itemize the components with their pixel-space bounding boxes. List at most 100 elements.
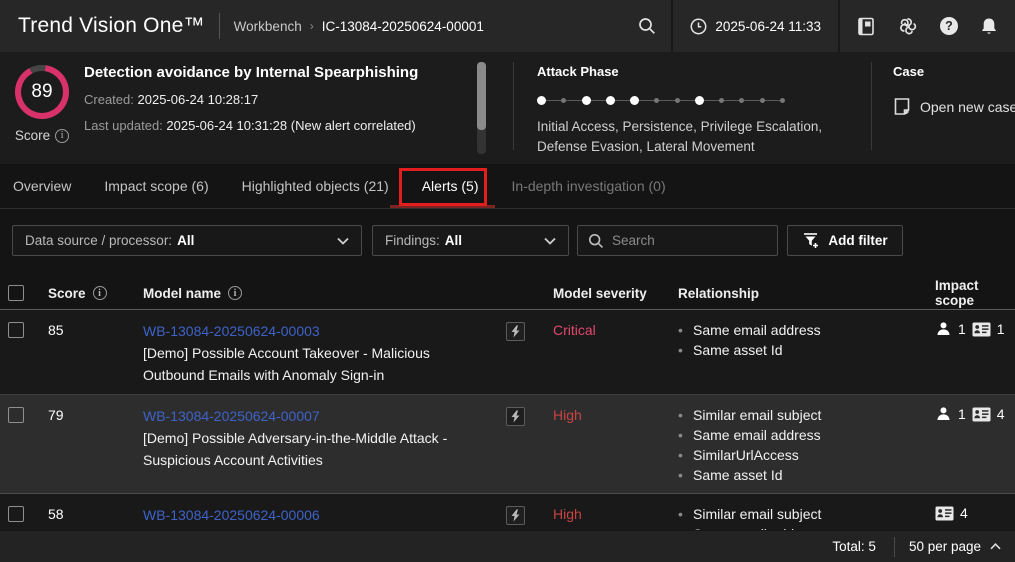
breadcrumb-current: IC-13084-20250624-00001 [322, 19, 484, 34]
summary-scrollbar [477, 62, 486, 154]
search-icon [588, 233, 604, 249]
model-severity-value: Critical [553, 320, 678, 340]
tab-bar: Overview Impact scope (6) Highlighted ob… [0, 164, 1015, 209]
column-header-score: Score [48, 286, 143, 301]
console-time[interactable]: 2025-06-24 11:33 [673, 0, 838, 52]
relationship-item: Same email address [678, 425, 935, 445]
help-icon[interactable]: ? [929, 17, 969, 35]
breadcrumb-workbench[interactable]: Workbench [234, 19, 302, 34]
clipboard-plus-icon [893, 97, 911, 116]
alert-score: 79 [48, 405, 143, 425]
relationship-item: Same asset Id [678, 465, 935, 485]
account-card-icon-count: 1 [997, 321, 1005, 337]
relationship-list: Same email addressSame asset Id [678, 320, 935, 360]
relationship-list: Similar email subjectSame email address [678, 504, 935, 530]
attack-phase-title: Attack Phase [537, 64, 862, 79]
detection-model-icon[interactable] [506, 407, 525, 426]
incident-updated: Last updated: 2025-06-24 10:31:28 (New a… [84, 118, 469, 133]
findings-dropdown[interactable]: Findings: All [372, 225, 569, 256]
phase-dot-inactive [780, 98, 785, 103]
phase-dot-active [606, 96, 615, 105]
user-icon [935, 406, 952, 422]
summary-divider [871, 62, 872, 150]
row-checkbox[interactable] [8, 407, 24, 423]
account-card-icon [935, 506, 954, 521]
tab-impact-scope[interactable]: Impact scope (6) [104, 178, 208, 194]
score-column-info-icon[interactable] [93, 286, 107, 300]
row-checkbox[interactable] [8, 322, 24, 338]
score-block: 89 Score [12, 65, 72, 143]
add-filter-button[interactable]: Add filter [787, 225, 903, 256]
model-name-text: [Demo] Possible Account Takeover - Malic… [143, 342, 493, 386]
notifications-bell-icon[interactable] [969, 17, 1009, 36]
total-count: Total: 5 [832, 539, 876, 554]
search-icon [638, 17, 656, 35]
impact-scope-cell: 14 [935, 405, 1015, 422]
alerts-tab-underline [390, 205, 495, 208]
data-source-dropdown[interactable]: Data source / processor: All [12, 225, 362, 256]
incident-summary-panel: 89 Score Detection avoidance by Internal… [0, 52, 1015, 164]
incident-created: Created: 2025-06-24 10:28:17 [84, 92, 469, 107]
global-search-button[interactable] [623, 0, 671, 52]
alert-id-link[interactable]: WB-13084-20250624-00003 [143, 320, 320, 342]
topbar-right: 2025-06-24 11:33 [623, 0, 1015, 52]
breadcrumb-separator: › [310, 19, 314, 33]
chevron-down-icon [337, 237, 349, 245]
relationship-item: SimilarUrlAccess [678, 445, 935, 465]
relationship-list: Similar email subjectSame email addressS… [678, 405, 935, 485]
score-label: Score [12, 128, 72, 143]
open-new-case-button[interactable]: Open new case [893, 97, 1015, 116]
footer-divider [894, 537, 895, 557]
table-row: 79 WB-13084-20250624-00007 [Demo] Possib… [0, 394, 1015, 494]
alert-score: 85 [48, 320, 143, 340]
tab-highlighted-objects[interactable]: Highlighted objects (21) [242, 178, 389, 194]
tab-in-depth-investigation[interactable]: In-depth investigation (0) [512, 178, 666, 194]
phase-dot-inactive [739, 98, 744, 103]
alert-id-link[interactable]: WB-13084-20250624-00007 [143, 405, 320, 427]
relationship-item: Similar email subject [678, 504, 935, 524]
select-all-checkbox[interactable] [8, 285, 24, 301]
account-card-icon-count: 4 [960, 505, 968, 521]
chevron-up-icon [990, 543, 1001, 550]
topbar-divider [219, 13, 220, 39]
search-box [577, 225, 778, 256]
model-name-info-icon[interactable] [228, 286, 242, 300]
impact-scope-cell: 4 [935, 504, 1015, 521]
phase-dot-active [537, 96, 546, 105]
page-size-selector[interactable]: 50 per page [909, 539, 1001, 554]
impact-scope-cell: 11 [935, 320, 1015, 337]
phase-dot-inactive [760, 98, 765, 103]
table-row: 85 WB-13084-20250624-00003 [Demo] Possib… [0, 310, 1015, 394]
account-card-icon-count: 4 [997, 406, 1005, 422]
phase-dot-inactive [561, 98, 566, 103]
user-icon-count: 1 [958, 321, 966, 337]
product-logo[interactable]: Trend Vision One™ [18, 14, 205, 38]
phase-dot-active [695, 96, 704, 105]
chevron-down-icon [544, 237, 556, 245]
phase-dot-inactive [719, 98, 724, 103]
relationship-item: Same asset Id [678, 340, 935, 360]
score-value: 89 [21, 71, 63, 113]
detection-model-icon[interactable] [506, 322, 525, 341]
alert-score: 58 [48, 504, 143, 524]
tab-overview[interactable]: Overview [13, 178, 71, 194]
score-ring: 89 [15, 65, 69, 119]
report-icon[interactable] [846, 17, 887, 36]
search-input[interactable] [612, 233, 767, 248]
user-icon [935, 321, 952, 337]
incident-title: Detection avoidance by Internal Spearphi… [84, 64, 469, 81]
summary-scrollbar-thumb[interactable] [477, 62, 486, 130]
row-checkbox[interactable] [8, 506, 24, 522]
score-info-icon[interactable] [55, 129, 69, 143]
workbench-alert-detail-screen: Trend Vision One™ Workbench › IC-13084-2… [0, 0, 1015, 562]
pagination-footer: Total: 5 50 per page [0, 530, 1015, 562]
attack-phase-list: Initial Access, Persistence, Privilege E… [537, 117, 859, 157]
tab-alerts[interactable]: Alerts (5) [422, 178, 479, 194]
user-icon-count: 1 [958, 406, 966, 422]
table-body: 85 WB-13084-20250624-00003 [Demo] Possib… [0, 310, 1015, 530]
ai-companion-icon[interactable] [887, 16, 929, 36]
model-name-text: [Demo] Possible Adversary-in-the-Middle … [143, 427, 493, 471]
detection-model-icon[interactable] [506, 506, 525, 525]
alert-id-link[interactable]: WB-13084-20250624-00006 [143, 504, 320, 526]
phase-dot-active [630, 96, 639, 105]
